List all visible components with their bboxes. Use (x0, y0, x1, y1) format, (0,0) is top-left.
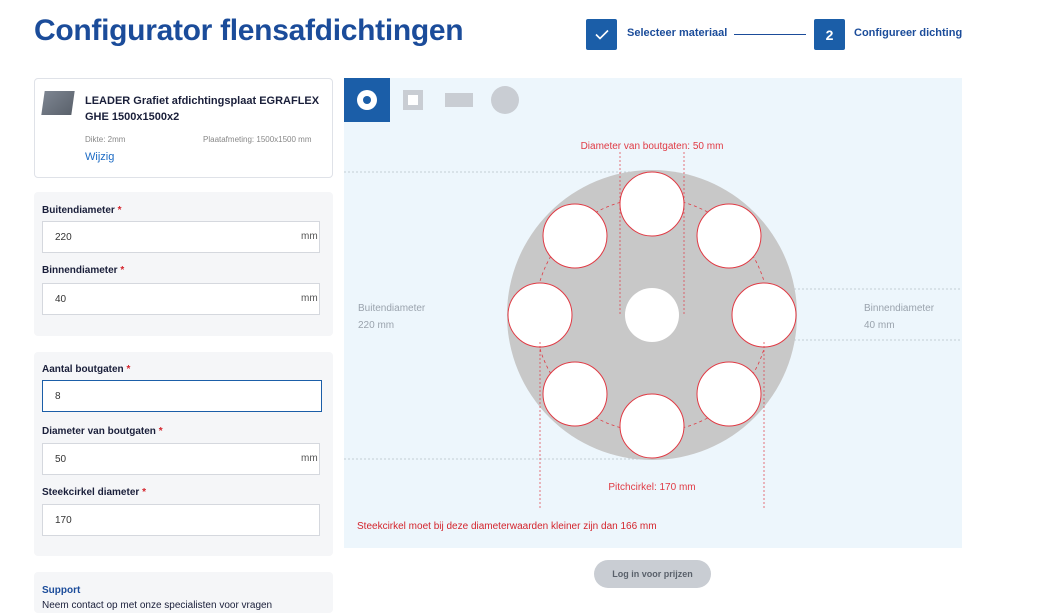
pitch-circle-label-text: Steekcirkel diameter (42, 487, 140, 498)
outer-diameter-unit: mm (301, 231, 318, 242)
inner-diameter-input[interactable] (42, 283, 320, 315)
bolt-hole (619, 393, 685, 459)
outer-diameter-dim-value: 220 mm (358, 320, 394, 331)
required-marker: * (142, 487, 146, 498)
gasket-diagram: Diameter van boutgaten: 50 mm Buitendiam… (344, 141, 962, 510)
bolt-hole (507, 282, 573, 348)
ring-shape-icon[interactable] (344, 78, 390, 122)
bolt-hole (696, 361, 762, 427)
inner-diameter-dim-value: 40 mm (864, 320, 895, 331)
support-panel: Support Neem contact op met onze special… (34, 572, 333, 613)
step2-number-badge: 2 (814, 19, 845, 50)
required-marker: * (120, 265, 125, 276)
square-shape-icon[interactable] (390, 78, 436, 122)
bolt-hole (542, 361, 608, 427)
diameter-panel: Buitendiameter * mm Binnendiameter * mm (34, 192, 333, 336)
support-text: Neem contact op met onze specialisten vo… (42, 600, 273, 611)
required-marker: * (117, 205, 122, 216)
bolt-hole-count-input[interactable] (42, 380, 322, 412)
outer-diameter-label: Buitendiameter * (42, 205, 121, 216)
bolt-hole (542, 203, 608, 269)
product-plate-size: Plaatafmeting: 1500x1500 mm (203, 135, 312, 144)
outer-diameter-label-text: Buitendiameter (42, 205, 115, 216)
stepper-connector (734, 34, 806, 35)
inner-diameter-label: Binnendiameter * (42, 265, 124, 276)
bolt-hole-diameter-unit: mm (301, 453, 318, 464)
bolt-hole (731, 282, 797, 348)
login-for-prices-button[interactable]: Log in voor prijzen (594, 560, 711, 588)
inner-diameter-label-text: Binnendiameter (42, 265, 118, 276)
pitch-circle-warning: Steekcirkel moet bij deze diameterwaarde… (357, 521, 657, 532)
pitch-circle-input[interactable] (42, 504, 320, 536)
rectangle-shape-icon[interactable] (436, 78, 482, 122)
outer-diameter-dim-label: Buitendiameter (358, 303, 426, 314)
bolt-hole-count-label-text: Aantal boutgaten (42, 364, 124, 375)
step1-label[interactable]: Selecteer materiaal (627, 27, 727, 39)
progress-stepper: Selecteer materiaal 2 Configureer dichti… (586, 19, 1006, 50)
outer-diameter-input[interactable] (42, 221, 320, 253)
bolt-hole-diameter-label: Diameter van boutgaten * (42, 426, 163, 437)
product-name: LEADER Grafiet afdichtingsplaat EGRAFLEX… (85, 95, 320, 123)
pitch-circle-dimension-label: Pitchcirkel: 170 mm (608, 482, 695, 493)
support-title: Support (42, 585, 81, 596)
bolt-hole-count-label: Aantal boutgaten * (42, 364, 130, 375)
product-card: LEADER Grafiet afdichtingsplaat EGRAFLEX… (34, 78, 333, 178)
required-marker: * (126, 364, 131, 375)
bolt-panel: Aantal boutgaten * Diameter van boutgate… (34, 352, 333, 556)
bolt-hole-diameter-input[interactable] (42, 443, 320, 475)
inner-diameter-dim-label: Binnendiameter (864, 303, 935, 314)
bolt-hole (696, 203, 762, 269)
bolt-hole-dimension-label: Diameter van boutgaten: 50 mm (581, 141, 724, 152)
page-title: Configurator flensafdichtingen (34, 14, 464, 47)
change-product-link[interactable]: Wijzig (85, 151, 114, 163)
inner-diameter-unit: mm (301, 293, 318, 304)
bolt-hole (619, 171, 685, 237)
step1-checkmark-icon[interactable] (586, 19, 617, 50)
product-thumbnail (41, 91, 75, 115)
required-marker: * (158, 426, 163, 437)
step2-label: Configureer dichting (854, 27, 963, 39)
bolt-hole-diameter-label-text: Diameter van boutgaten (42, 426, 156, 437)
disc-shape-icon[interactable] (482, 78, 528, 122)
gasket-inner-hole (625, 288, 679, 342)
product-thickness: Dikte: 2mm (85, 135, 126, 144)
pitch-circle-label: Steekcirkel diameter * (42, 487, 146, 498)
